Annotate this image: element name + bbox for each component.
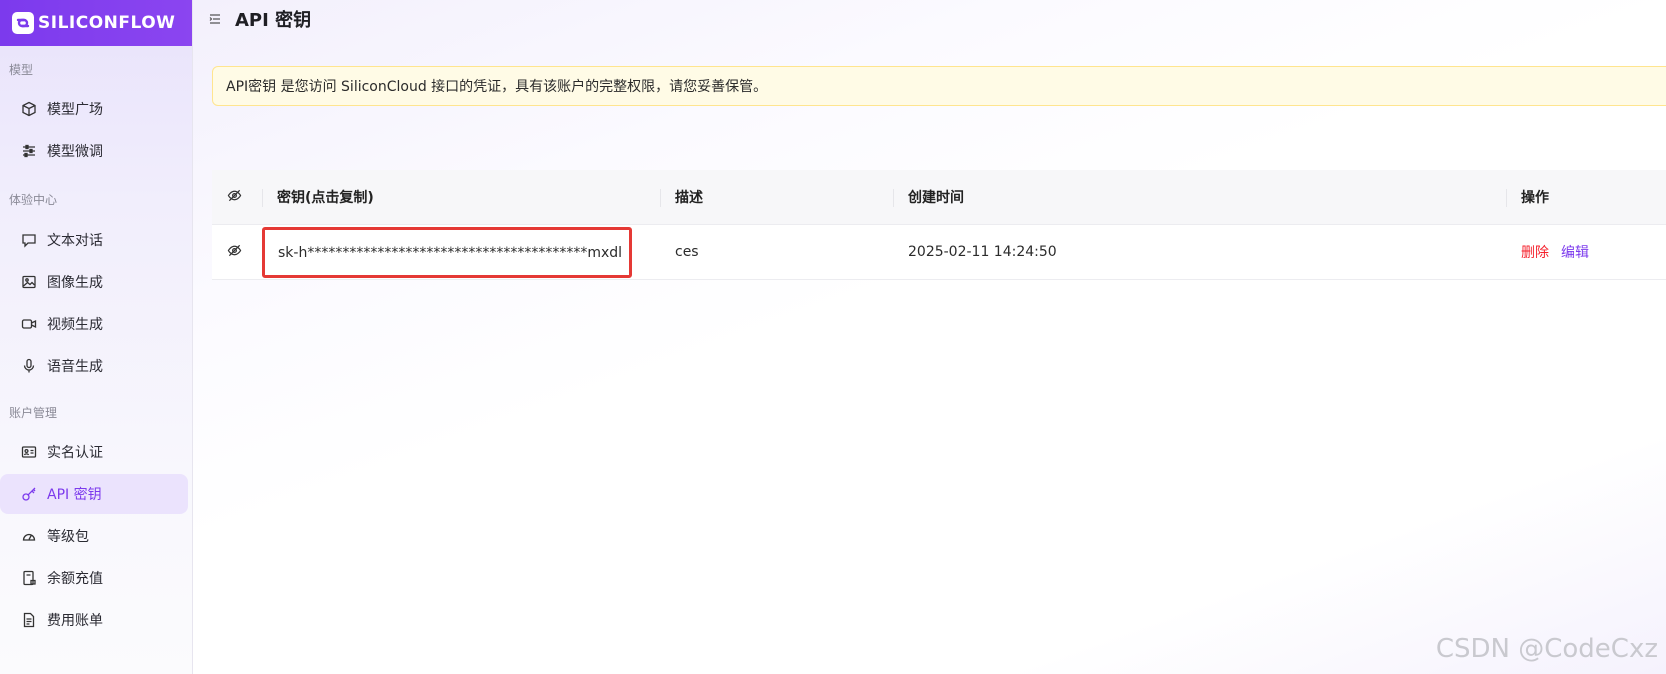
sliders-icon [20, 142, 38, 160]
main-content: API 密钥 API密钥 是您访问 SiliconCloud 接口的凭证，具有该… [193, 0, 1666, 674]
chat-bubble-icon [20, 231, 38, 249]
sidebar-item-speech-gen[interactable]: 语音生成 [0, 346, 188, 386]
key-icon [20, 485, 38, 503]
column-header-actions: 操作 [1506, 170, 1666, 224]
sidebar-item-billing[interactable]: 费用账单 [0, 600, 188, 640]
table-header: 密钥(点击复制) 描述 创建时间 操作 [212, 170, 1666, 225]
toggle-visibility-all[interactable] [212, 170, 262, 224]
gauge-icon [20, 527, 38, 545]
sidebar-item-label: 文本对话 [47, 233, 103, 249]
microphone-icon [20, 357, 38, 375]
column-header-created: 创建时间 [893, 170, 1506, 224]
sidebar-item-label: 视频生成 [47, 317, 103, 333]
watermark: CSDN @CodeCxz [1435, 634, 1658, 664]
section-label-models: 模型 [9, 63, 34, 77]
edit-button[interactable]: 编辑 [1561, 242, 1589, 262]
eye-off-icon [227, 188, 242, 207]
eye-off-icon [227, 243, 242, 262]
section-label-experience: 体验中心 [9, 193, 58, 207]
sidebar-item-label: 语音生成 [47, 359, 103, 375]
page-title: API 密钥 [235, 10, 312, 31]
wallet-icon [20, 569, 38, 587]
sidebar-item-text-chat[interactable]: 文本对话 [0, 220, 188, 260]
sidebar-item-label: 模型广场 [47, 102, 103, 118]
sidebar-item-label: 实名认证 [47, 445, 103, 461]
actions-cell: 删除 编辑 [1506, 225, 1666, 279]
bill-icon [20, 611, 38, 629]
image-icon [20, 273, 38, 291]
sidebar-item-label: 余额充值 [47, 571, 103, 587]
video-icon [20, 315, 38, 333]
created-time-cell: 2025-02-11 14:24:50 [908, 244, 1057, 260]
column-header-description: 描述 [660, 170, 893, 224]
toggle-visibility-row[interactable] [212, 225, 262, 279]
column-header-key: 密钥(点击复制) [262, 170, 660, 224]
sidebar-item-label: 等级包 [47, 529, 89, 545]
sidebar-item-level-pack[interactable]: 等级包 [0, 516, 188, 556]
api-keys-table: 密钥(点击复制) 描述 创建时间 操作 sk-h****************… [212, 170, 1666, 280]
id-card-icon [20, 443, 38, 461]
sidebar-item-label: API 密钥 [47, 487, 102, 503]
brand-name: SILICONFLOW [38, 13, 176, 33]
notice-banner: API密钥 是您访问 SiliconCloud 接口的凭证，具有该账户的完整权限… [212, 66, 1666, 106]
sidebar-item-model-square[interactable]: 模型广场 [0, 89, 188, 129]
notice-text: API密钥 是您访问 SiliconCloud 接口的凭证，具有该账户的完整权限… [226, 79, 768, 95]
section-label-account: 账户管理 [9, 406, 58, 420]
sidebar-item-label: 费用账单 [47, 613, 103, 629]
brand-header[interactable]: SILICONFLOW [0, 0, 192, 46]
sidebar-item-image-gen[interactable]: 图像生成 [0, 262, 188, 302]
description-cell: ces [675, 244, 699, 260]
sidebar: SILICONFLOW 模型 模型广场 模型微调 体验中心 文本对话 图像生成 … [0, 0, 193, 674]
table-row: sk-h************************************… [212, 225, 1666, 280]
sidebar-item-recharge[interactable]: 余额充值 [0, 558, 188, 598]
cube-icon [20, 100, 38, 118]
sidebar-item-finetune[interactable]: 模型微调 [0, 131, 188, 171]
delete-button[interactable]: 删除 [1521, 242, 1549, 262]
sidebar-item-label: 模型微调 [47, 144, 103, 160]
sidebar-item-video-gen[interactable]: 视频生成 [0, 304, 188, 344]
topbar: API 密钥 [193, 0, 1666, 38]
key-column-cell: sk-h************************************… [262, 225, 660, 279]
sidebar-item-verification[interactable]: 实名认证 [0, 432, 188, 472]
sidebar-item-api-keys[interactable]: API 密钥 [0, 474, 188, 514]
api-key-copy[interactable]: sk-h************************************… [262, 227, 632, 278]
logo-icon [12, 12, 34, 34]
menu-toggle-icon[interactable] [209, 12, 223, 26]
sidebar-item-label: 图像生成 [47, 275, 103, 291]
